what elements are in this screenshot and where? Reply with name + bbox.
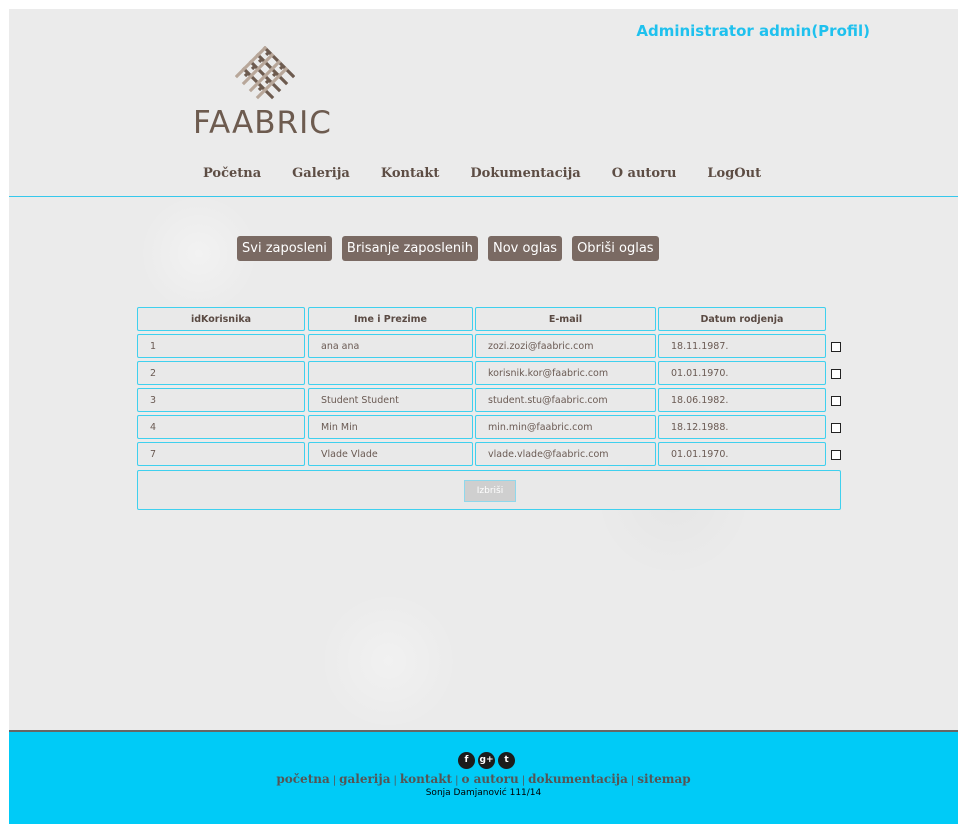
employees-table: idKorisnika Ime i Prezime E-mail Datum r… <box>137 307 842 469</box>
nav-logout[interactable]: LogOut <box>707 166 761 181</box>
cell-dob: 18.11.1987. <box>658 334 826 358</box>
delete-employees-button[interactable]: Brisanje zaposlenih <box>341 236 478 261</box>
footer-link-o-autoru[interactable]: o autoru <box>461 772 518 786</box>
google-plus-icon[interactable]: g+ <box>478 752 495 769</box>
nav-o-autoru[interactable]: O autoru <box>612 166 677 181</box>
cell-dob: 18.12.1988. <box>658 415 826 439</box>
delete-selected-button[interactable]: Izbriši <box>464 480 516 502</box>
admin-actions: Svi zaposleni Brisanje zaposlenih Nov og… <box>237 236 669 261</box>
footer-link-sitemap[interactable]: sitemap <box>637 772 690 786</box>
cell-id: 2 <box>137 361 305 385</box>
twitter-icon[interactable]: t <box>498 752 515 769</box>
all-employees-button[interactable]: Svi zaposleni <box>237 236 332 261</box>
nav-galerija[interactable]: Galerija <box>292 166 350 181</box>
column-header-email: E-mail <box>475 307 656 331</box>
column-header-name: Ime i Prezime <box>308 307 473 331</box>
cell-id: 4 <box>137 415 305 439</box>
table-row: 3 Student Student student.stu@faabric.co… <box>137 388 842 415</box>
cell-dob: 01.01.1970. <box>658 442 826 466</box>
nav-kontakt[interactable]: Kontakt <box>381 166 440 181</box>
main-nav: Početna Galerija Kontakt Dokumentacija O… <box>203 166 792 181</box>
facebook-icon[interactable]: f <box>458 752 475 769</box>
row-select-checkbox[interactable] <box>831 450 841 460</box>
delete-ad-button[interactable]: Obriši oglas <box>572 236 659 261</box>
cell-name: Vlade Vlade <box>308 442 473 466</box>
column-header-dob: Datum rodjenja <box>658 307 826 331</box>
new-ad-button[interactable]: Nov oglas <box>488 236 563 261</box>
row-select-checkbox[interactable] <box>831 369 841 379</box>
nav-divider <box>9 196 958 197</box>
cell-id: 3 <box>137 388 305 412</box>
cell-name <box>308 361 473 385</box>
cell-name: Student Student <box>308 388 473 412</box>
logo[interactable]: FAABRIC <box>193 46 343 146</box>
cell-id: 1 <box>137 334 305 358</box>
footer: f g+ t početna | galerija | kontakt | o autoru… <box>9 732 958 824</box>
column-header-id: idKorisnika <box>137 307 305 331</box>
admin-profile-link[interactable]: Administrator admin(Profil) <box>636 22 870 40</box>
footer-link-galerija[interactable]: galerija <box>339 772 390 786</box>
cell-email: student.stu@faabric.com <box>475 388 656 412</box>
cell-dob: 01.01.1970. <box>658 361 826 385</box>
page: Administrator admin(Profil) FAABRIC Poče… <box>9 9 958 824</box>
table-header: idKorisnika Ime i Prezime E-mail Datum r… <box>137 307 842 334</box>
cell-name: Min Min <box>308 415 473 439</box>
delete-row-container: Izbriši <box>137 470 841 510</box>
logo-text: FAABRIC <box>193 105 332 141</box>
table-row: 2 korisnik.kor@faabric.com 01.01.1970. <box>137 361 842 388</box>
footer-link-pocetna[interactable]: početna <box>276 772 329 786</box>
nav-pocetna[interactable]: Početna <box>203 166 261 181</box>
table-row: 4 Min Min min.min@faabric.com 18.12.1988… <box>137 415 842 442</box>
cell-id: 7 <box>137 442 305 466</box>
row-select-checkbox[interactable] <box>831 342 841 352</box>
cell-email: min.min@faabric.com <box>475 415 656 439</box>
cell-name: ana ana <box>308 334 473 358</box>
footer-link-dokumentacija[interactable]: dokumentacija <box>528 772 628 786</box>
table-row: 1 ana ana zozi.zozi@faabric.com 18.11.19… <box>137 334 842 361</box>
row-select-checkbox[interactable] <box>831 396 841 406</box>
footer-link-kontakt[interactable]: kontakt <box>400 772 452 786</box>
footer-links: početna | galerija | kontakt | o autoru | dokume… <box>276 772 691 786</box>
logo-weave-icon <box>235 46 295 100</box>
cell-dob: 18.06.1982. <box>658 388 826 412</box>
cell-email: vlade.vlade@faabric.com <box>475 442 656 466</box>
row-select-checkbox[interactable] <box>831 423 841 433</box>
cell-email: korisnik.kor@faabric.com <box>475 361 656 385</box>
nav-dokumentacija[interactable]: Dokumentacija <box>470 166 580 181</box>
social-links: f g+ t <box>458 752 515 769</box>
footer-credit: Sonja Damjanović 111/14 <box>425 788 542 798</box>
table-row: 7 Vlade Vlade vlade.vlade@faabric.com 01… <box>137 442 842 469</box>
cell-email: zozi.zozi@faabric.com <box>475 334 656 358</box>
